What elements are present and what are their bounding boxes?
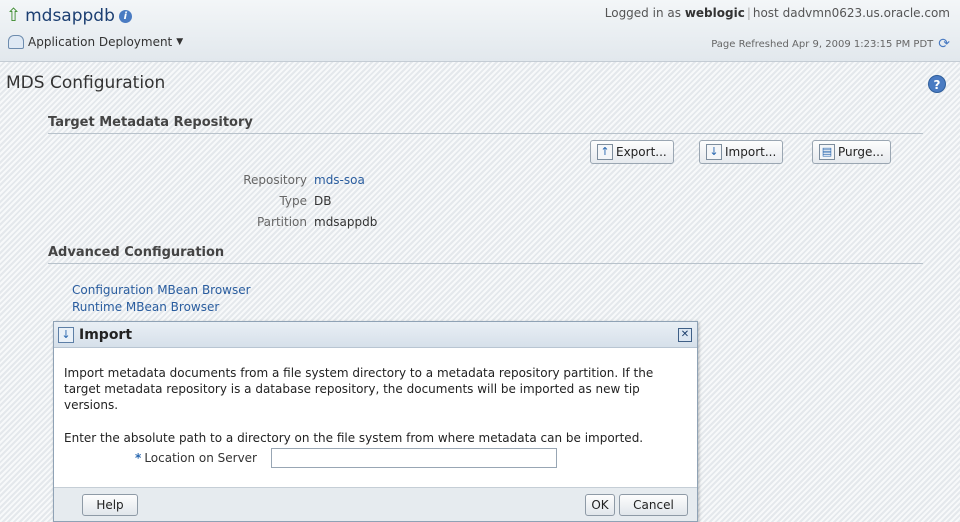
location-on-server-input[interactable] bbox=[271, 448, 557, 468]
login-user: weblogic bbox=[684, 6, 745, 20]
repository-label: Repository bbox=[243, 173, 307, 187]
type-label: Type bbox=[279, 194, 307, 208]
dialog-footer: Help OK Cancel bbox=[54, 487, 697, 521]
partition-row: Partition mdsappdb bbox=[0, 215, 500, 229]
close-icon[interactable]: ✕ bbox=[678, 328, 692, 342]
dialog-title: Import bbox=[79, 326, 133, 343]
ok-button[interactable]: OK bbox=[585, 494, 615, 516]
location-row: * Location on Server bbox=[64, 448, 557, 468]
dialog-instruction: Enter the absolute path to a directory o… bbox=[64, 431, 644, 445]
page-header: ⇧ mdsappdb i Application Deployment ▼ Lo… bbox=[0, 0, 960, 62]
deployment-icon bbox=[8, 35, 24, 49]
export-label: Export... bbox=[616, 145, 667, 159]
import-button[interactable]: ↓ Import... bbox=[699, 140, 784, 164]
page-refreshed-text: Page Refreshed Apr 9, 2009 1:23:15 PM PD… bbox=[711, 38, 934, 50]
repository-row: Repository mds-soa bbox=[0, 173, 500, 187]
partition-value: mdsappdb bbox=[314, 215, 378, 229]
required-icon: * bbox=[135, 451, 142, 465]
info-icon[interactable]: i bbox=[118, 9, 132, 23]
type-value: DB bbox=[314, 194, 332, 208]
host-name: dadvmn0623.us.oracle.com bbox=[782, 6, 950, 20]
login-prefix: Logged in as bbox=[604, 6, 681, 20]
location-label: * Location on Server bbox=[64, 451, 271, 465]
import-dialog: ↓ Import ✕ Import metadata documents fro… bbox=[53, 321, 698, 522]
application-deployment-menu[interactable]: Application Deployment ▼ bbox=[8, 35, 183, 49]
login-info: Logged in as weblogic | host dadvmn0623.us… bbox=[604, 6, 950, 20]
app-menu-label: Application Deployment bbox=[28, 35, 173, 49]
dialog-titlebar[interactable]: ↓ Import bbox=[54, 322, 697, 348]
help-button[interactable]: Help bbox=[82, 494, 138, 516]
purge-button[interactable]: ▤ Purge... bbox=[812, 140, 891, 164]
location-label-text: Location on Server bbox=[144, 451, 257, 465]
dialog-description: Import metadata documents from a file sy… bbox=[64, 366, 654, 412]
refresh-icon[interactable]: ⟳ bbox=[938, 36, 950, 52]
partition-label: Partition bbox=[256, 215, 307, 229]
import-icon: ↓ bbox=[58, 326, 74, 343]
up-arrow-icon[interactable]: ⇧ bbox=[6, 7, 21, 25]
app-title: ⇧ mdsappdb i bbox=[6, 6, 132, 26]
help-icon[interactable]: ? bbox=[928, 75, 946, 93]
import-icon: ↓ bbox=[706, 144, 722, 160]
purge-icon: ▤ bbox=[819, 144, 835, 160]
repository-link[interactable]: mds-soa bbox=[314, 173, 365, 187]
target-repository-heading: Target Metadata Repository bbox=[48, 115, 923, 134]
export-button[interactable]: ↑ Export... bbox=[590, 140, 674, 164]
host-label: host bbox=[752, 6, 779, 20]
configuration-mbean-browser-link[interactable]: Configuration MBean Browser bbox=[72, 283, 251, 297]
runtime-mbean-browser-link[interactable]: Runtime MBean Browser bbox=[72, 300, 219, 314]
cancel-button[interactable]: Cancel bbox=[619, 494, 688, 516]
page-title: MDS Configuration bbox=[6, 73, 166, 93]
purge-label: Purge... bbox=[838, 145, 884, 159]
app-name: mdsappdb bbox=[25, 6, 115, 26]
type-row: Type DB bbox=[0, 194, 500, 208]
import-label: Import... bbox=[725, 145, 777, 159]
refresh-info: Page Refreshed Apr 9, 2009 1:23:15 PM PD… bbox=[711, 36, 950, 52]
advanced-configuration-heading: Advanced Configuration bbox=[48, 245, 923, 264]
export-icon: ↑ bbox=[597, 144, 613, 160]
chevron-down-icon: ▼ bbox=[176, 37, 184, 47]
